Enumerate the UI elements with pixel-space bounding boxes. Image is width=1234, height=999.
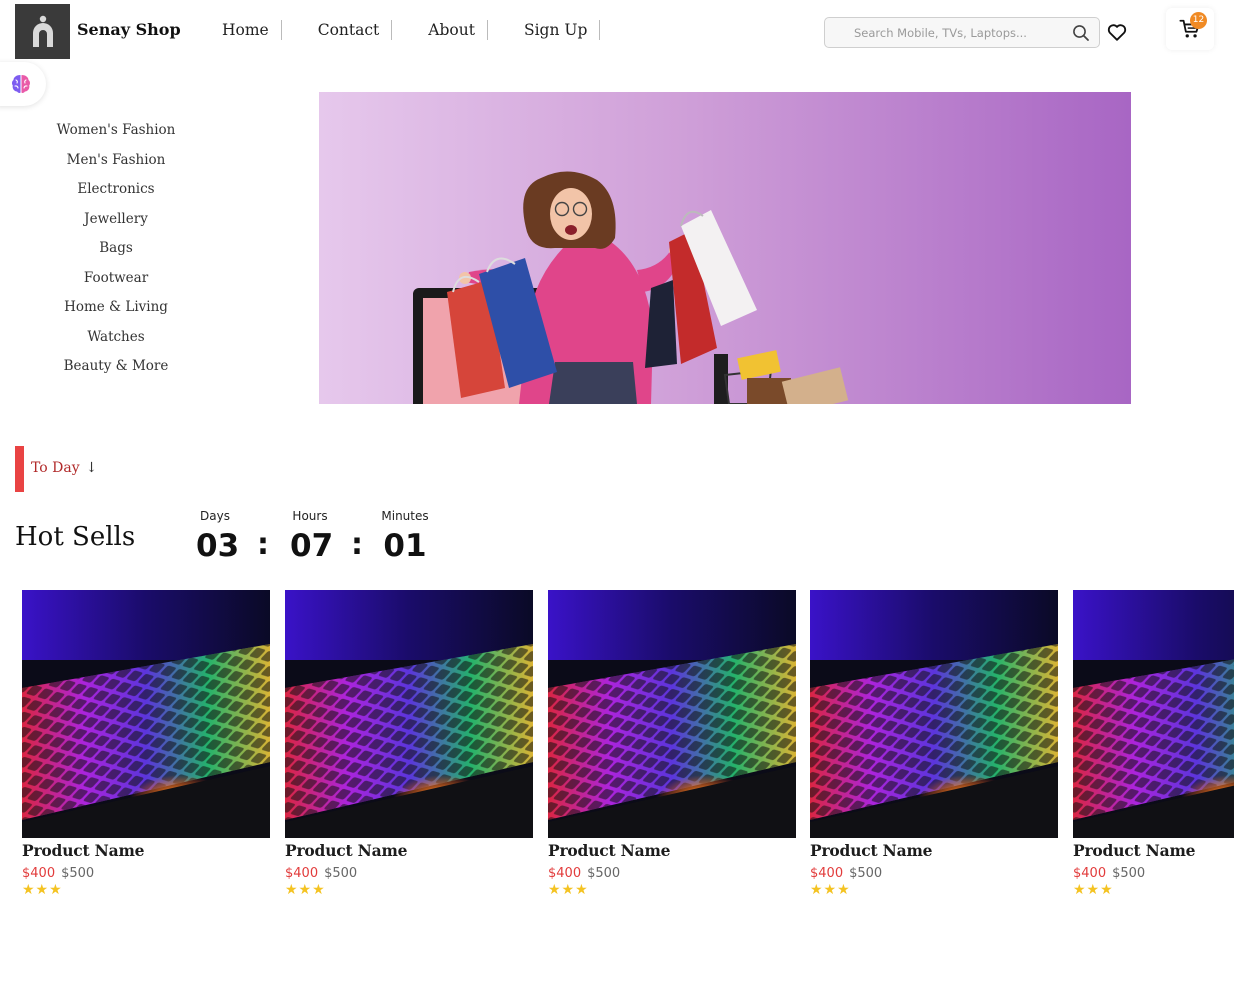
rating-stars-icon: ★★★	[22, 882, 63, 898]
rating-stars-icon: ★★★	[285, 882, 326, 898]
cart-count-badge: 12	[1190, 12, 1207, 29]
category-list: Women's Fashion Men's Fashion Electronic…	[20, 122, 212, 388]
rating-stars-icon: ★★★	[1073, 882, 1114, 898]
category-bags[interactable]: Bags	[20, 240, 212, 270]
product-price: $400 $500	[1073, 866, 1234, 881]
countdown-minutes-label: Minutes	[381, 509, 429, 523]
search-input[interactable]	[825, 18, 1065, 47]
nav-home[interactable]: Home	[222, 21, 269, 39]
countdown-hours: Hours 07	[290, 509, 334, 565]
countdown-minutes-value: 01	[383, 528, 427, 564]
today-label: To Day ↓	[31, 460, 97, 476]
product-image[interactable]	[548, 590, 796, 838]
search-icon[interactable]	[1071, 23, 1091, 43]
countdown-minutes: Minutes 01	[378, 509, 432, 565]
countdown-days-value: 03	[196, 528, 240, 564]
product-price: $400 $500	[548, 866, 796, 881]
down-arrow-icon: ↓	[85, 460, 98, 476]
countdown-separator: :	[257, 527, 269, 562]
countdown-separator: :	[351, 527, 363, 562]
product-image[interactable]	[1073, 590, 1234, 838]
section-title: Hot Sells	[15, 522, 136, 552]
product-image[interactable]	[285, 590, 533, 838]
countdown-days: Days 03	[196, 509, 240, 565]
nav-divider	[486, 20, 488, 40]
product-image[interactable]	[810, 590, 1058, 838]
product-name[interactable]: Product Name	[285, 841, 533, 860]
category-home-living[interactable]: Home & Living	[20, 299, 212, 329]
heart-icon[interactable]	[1106, 21, 1128, 43]
sale-price: $400	[548, 866, 582, 881]
category-footwear[interactable]: Footwear	[20, 270, 212, 300]
nav-divider	[280, 20, 282, 40]
original-price: $500	[61, 866, 95, 881]
rating-stars-icon: ★★★	[548, 882, 589, 898]
hero-shopping-woman-image	[413, 171, 849, 404]
sale-price: $400	[285, 866, 319, 881]
product-image[interactable]	[22, 590, 270, 838]
product-card[interactable]: Product Name $400 $500 ★★★	[1073, 590, 1234, 910]
product-card[interactable]: Product Name $400 $500 ★★★	[285, 590, 533, 910]
nav-sign-up[interactable]: Sign Up	[524, 21, 587, 39]
category-jewellery[interactable]: Jewellery	[20, 211, 212, 241]
extension-button[interactable]	[0, 62, 46, 106]
countdown-hours-label: Hours	[292, 509, 328, 523]
product-name[interactable]: Product Name	[548, 841, 796, 860]
category-womens-fashion[interactable]: Women's Fashion	[20, 122, 212, 152]
keyboard-image	[1073, 590, 1234, 838]
nav-contact[interactable]: Contact	[318, 21, 380, 39]
product-card[interactable]: Product Name $400 $500 ★★★	[810, 590, 1058, 910]
section-accent-bar	[15, 446, 24, 492]
product-price: $400 $500	[285, 866, 533, 881]
product-card[interactable]: Product Name $400 $500 ★★★	[548, 590, 796, 910]
original-price: $500	[587, 866, 621, 881]
hero-banner[interactable]	[319, 92, 1131, 404]
category-beauty-more[interactable]: Beauty & More	[20, 358, 212, 388]
keyboard-image	[548, 590, 796, 838]
product-price: $400 $500	[22, 866, 270, 881]
today-text: To Day	[31, 460, 80, 476]
product-card[interactable]: Product Name $400 $500 ★★★	[22, 590, 270, 910]
keyboard-image	[22, 590, 270, 838]
brain-icon	[11, 75, 31, 94]
product-price: $400 $500	[810, 866, 1058, 881]
nav-divider	[391, 20, 393, 40]
nav-divider	[599, 20, 601, 40]
rating-stars-icon: ★★★	[810, 882, 851, 898]
product-name[interactable]: Product Name	[22, 841, 270, 860]
cart-button[interactable]: 12	[1166, 8, 1214, 50]
original-price: $500	[849, 866, 883, 881]
main-nav: Home Contact About Sign Up	[222, 20, 601, 40]
search-box	[824, 17, 1100, 48]
countdown-days-label: Days	[200, 509, 230, 523]
category-electronics[interactable]: Electronics	[20, 181, 212, 211]
nav-about[interactable]: About	[428, 21, 475, 39]
category-mens-fashion[interactable]: Men's Fashion	[20, 152, 212, 182]
sale-price: $400	[1073, 866, 1107, 881]
sale-price: $400	[22, 866, 56, 881]
logo[interactable]	[15, 4, 70, 59]
category-watches[interactable]: Watches	[20, 329, 212, 359]
keyboard-image	[810, 590, 1058, 838]
original-price: $500	[324, 866, 358, 881]
sale-price: $400	[810, 866, 844, 881]
original-price: $500	[1112, 866, 1146, 881]
keyboard-image	[285, 590, 533, 838]
product-name[interactable]: Product Name	[810, 841, 1058, 860]
product-name[interactable]: Product Name	[1073, 841, 1234, 860]
logo-icon	[32, 15, 53, 47]
countdown-hours-value: 07	[290, 528, 334, 564]
brand-name[interactable]: Senay Shop	[77, 20, 181, 39]
